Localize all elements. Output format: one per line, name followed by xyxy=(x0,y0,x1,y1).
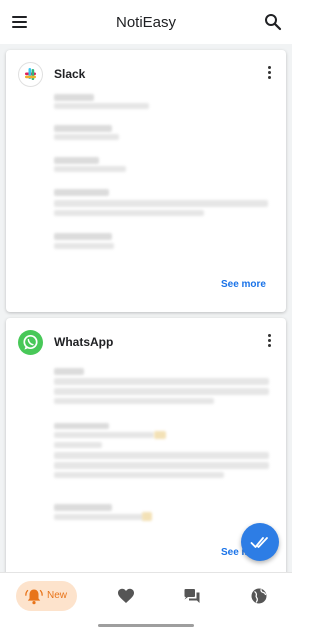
app-bar: NotiEasy xyxy=(0,0,292,44)
slack-logo-icon xyxy=(18,62,43,87)
redacted-text xyxy=(54,157,99,164)
redacted-text xyxy=(54,200,268,207)
redacted-text xyxy=(54,504,112,511)
nav-tab-new-label: New xyxy=(47,590,68,601)
search-icon[interactable] xyxy=(264,13,282,31)
notification-card-slack[interactable]: Slack See more xyxy=(6,50,286,312)
redacted-text xyxy=(154,431,166,439)
redacted-text xyxy=(54,94,94,101)
redacted-text xyxy=(54,189,109,196)
more-vert-icon[interactable] xyxy=(266,66,272,82)
redacted-text xyxy=(54,368,84,375)
mark-all-read-button[interactable] xyxy=(241,523,279,561)
more-vert-icon[interactable] xyxy=(266,334,272,350)
app-name: WhatsApp xyxy=(54,335,114,349)
system-home-indicator[interactable] xyxy=(98,624,194,627)
redacted-text xyxy=(54,103,149,109)
whatsapp-logo-icon xyxy=(18,330,43,355)
globe-icon[interactable] xyxy=(250,587,268,605)
nav-tab-new[interactable]: New xyxy=(16,581,77,611)
redacted-text xyxy=(54,243,114,249)
redacted-text xyxy=(54,462,269,469)
redacted-text xyxy=(54,432,154,438)
double-check-icon xyxy=(250,537,268,548)
redacted-text xyxy=(54,210,204,216)
redacted-text xyxy=(54,378,269,385)
redacted-text xyxy=(54,514,144,520)
redacted-text xyxy=(54,472,224,478)
app-title: NotiEasy xyxy=(115,14,177,31)
bell-icon xyxy=(25,589,43,605)
redacted-text xyxy=(142,512,152,521)
heart-icon[interactable] xyxy=(117,587,135,605)
redacted-text xyxy=(54,398,214,404)
redacted-text xyxy=(54,134,119,140)
notification-list[interactable]: Slack See more WhatsApp See xyxy=(0,44,292,572)
redacted-text xyxy=(54,423,109,429)
see-more-link[interactable]: See more xyxy=(221,279,266,290)
redacted-text xyxy=(54,125,112,132)
redacted-text xyxy=(54,166,126,172)
app-name: Slack xyxy=(54,67,86,81)
redacted-text xyxy=(54,233,112,240)
redacted-text xyxy=(54,388,269,395)
chat-icon[interactable] xyxy=(183,587,201,605)
redacted-text xyxy=(54,442,102,448)
bottom-navigation: New xyxy=(0,572,292,630)
redacted-text xyxy=(54,452,269,459)
